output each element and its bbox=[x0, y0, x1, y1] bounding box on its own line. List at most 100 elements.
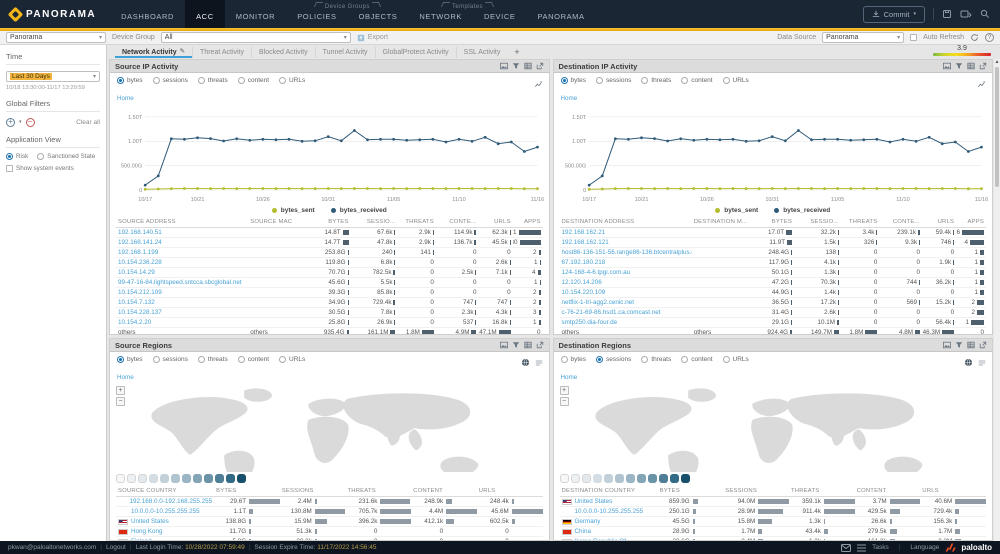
column-header[interactable]: CONTE... bbox=[436, 217, 479, 228]
column-header[interactable]: CONTE... bbox=[879, 217, 922, 228]
show-system-events-checkbox[interactable] bbox=[6, 165, 13, 172]
table-view-icon[interactable] bbox=[524, 341, 532, 349]
tab-blocked-activity[interactable]: Blocked Activity bbox=[252, 47, 316, 58]
column-header[interactable]: BYTES bbox=[214, 486, 280, 497]
column-header[interactable]: THREATS bbox=[789, 486, 855, 497]
breadcrumb-home-link[interactable]: Home bbox=[561, 95, 578, 102]
globe-icon[interactable] bbox=[964, 354, 973, 372]
column-header[interactable]: URLS bbox=[922, 217, 956, 228]
timeseries-chart[interactable]: 1.50T1.00T500.00G010/1710/2110/2610/3111… bbox=[557, 105, 990, 205]
country-link[interactable]: 192.168.0.0-192.168.255.255 bbox=[129, 498, 212, 505]
help-icon[interactable]: ? bbox=[985, 33, 994, 42]
tab-ssl-activity[interactable]: SSL Activity bbox=[457, 47, 508, 58]
column-header[interactable]: URLS bbox=[920, 486, 986, 497]
metric-radio-urls[interactable]: URLs bbox=[723, 77, 749, 84]
map-zoom-in-button[interactable]: + bbox=[116, 386, 125, 395]
address-cell[interactable]: host86-136-151-56.range86-136.btcentralp… bbox=[560, 248, 692, 258]
commit-button[interactable]: Commit ▾ bbox=[863, 6, 925, 23]
language-link[interactable]: Language bbox=[910, 544, 939, 551]
address-cell[interactable]: 192.168.162.21 bbox=[560, 228, 692, 238]
address-cell[interactable]: 67.192.180.218 bbox=[560, 258, 692, 268]
filter-icon[interactable] bbox=[512, 62, 520, 70]
metric-radio-threats[interactable]: threats bbox=[641, 77, 671, 84]
tab-tunnel-activity[interactable]: Tunnel Activity bbox=[316, 47, 376, 58]
breadcrumb-home-link[interactable]: Home bbox=[117, 95, 134, 102]
column-header[interactable]: APPS bbox=[956, 217, 986, 228]
tasks-link[interactable]: Tasks bbox=[872, 544, 889, 551]
metric-radio-sessions[interactable]: sessions bbox=[153, 356, 188, 363]
mail-icon[interactable] bbox=[841, 544, 851, 552]
column-header[interactable]: THREATS bbox=[345, 486, 411, 497]
add-filter-caret-icon[interactable]: ▾ bbox=[19, 119, 22, 125]
tasks-icon[interactable] bbox=[857, 544, 866, 552]
map-options-icon[interactable] bbox=[978, 354, 986, 372]
add-filter-icon[interactable]: + bbox=[6, 118, 15, 127]
tab-threat-activity[interactable]: Threat Activity bbox=[193, 47, 252, 58]
country-link[interactable]: China bbox=[575, 528, 591, 535]
breadcrumb-home-link[interactable]: Home bbox=[561, 374, 578, 381]
jump-to-logs-icon[interactable] bbox=[979, 62, 987, 70]
metric-radio-threats[interactable]: threats bbox=[641, 356, 671, 363]
world-map[interactable] bbox=[558, 384, 989, 472]
snapshot-icon[interactable] bbox=[943, 341, 951, 349]
config-revert-icon[interactable] bbox=[960, 9, 972, 19]
scrollbar-thumb[interactable] bbox=[995, 67, 999, 187]
remove-filter-icon[interactable]: − bbox=[26, 118, 35, 127]
legend-item-bytes-received[interactable]: bytes_received bbox=[331, 207, 387, 214]
metric-radio-threats[interactable]: threats bbox=[198, 356, 228, 363]
context-select[interactable]: Panorama▾ bbox=[6, 32, 106, 43]
address-cell[interactable]: 10.154.212.109 bbox=[116, 288, 248, 298]
breadcrumb-home-link[interactable]: Home bbox=[117, 374, 134, 381]
address-cell[interactable]: 192.168.1.199 bbox=[116, 248, 248, 258]
nav-item-dashboard[interactable]: DASHBOARD bbox=[110, 0, 185, 28]
metric-radio-threats[interactable]: threats bbox=[198, 77, 228, 84]
config-save-icon[interactable] bbox=[942, 9, 952, 19]
address-cell[interactable]: 10.154.7.132 bbox=[116, 298, 248, 308]
column-header[interactable]: SESSIO... bbox=[794, 217, 841, 228]
risk-radio[interactable] bbox=[6, 153, 13, 160]
maximize-chart-icon[interactable] bbox=[534, 75, 543, 93]
address-cell[interactable]: 192.168.140.51 bbox=[116, 228, 248, 238]
metric-radio-content[interactable]: content bbox=[681, 356, 712, 363]
metric-radio-sessions[interactable]: sessions bbox=[153, 77, 188, 84]
country-link[interactable]: Germany bbox=[575, 518, 601, 525]
metric-radio-content[interactable]: content bbox=[681, 77, 712, 84]
export-button[interactable]: Export bbox=[357, 34, 388, 42]
column-header[interactable]: APPS bbox=[513, 217, 543, 228]
snapshot-icon[interactable] bbox=[500, 62, 508, 70]
scroll-up-icon[interactable]: ▲ bbox=[994, 59, 1000, 66]
jump-to-logs-icon[interactable] bbox=[536, 62, 544, 70]
metric-radio-content[interactable]: content bbox=[238, 356, 269, 363]
country-link[interactable]: United States bbox=[131, 518, 169, 525]
address-cell[interactable]: 99-47-16-84.lightspeed.sntcca.sbcglobal.… bbox=[116, 278, 248, 288]
column-header[interactable]: SESSIONS bbox=[723, 486, 789, 497]
column-header[interactable]: CONTENT bbox=[411, 486, 477, 497]
column-header[interactable]: URLS bbox=[478, 217, 512, 228]
metric-radio-bytes[interactable]: bytes bbox=[117, 77, 143, 84]
auto-refresh-checkbox[interactable] bbox=[910, 34, 917, 41]
country-link[interactable]: 10.0.0.0-10.255.255.255 bbox=[575, 508, 644, 515]
search-icon[interactable] bbox=[980, 9, 990, 19]
device-group-select[interactable]: All▾ bbox=[161, 32, 351, 43]
tab-globalprotect-activity[interactable]: GlobalProtect Activity bbox=[376, 47, 457, 58]
legend-item-bytes-received[interactable]: bytes_received bbox=[774, 207, 830, 214]
address-cell[interactable]: 192.168.162.121 bbox=[560, 238, 692, 248]
nav-item-panorama[interactable]: PANORAMA bbox=[526, 0, 595, 28]
vertical-scrollbar[interactable]: ▲ bbox=[994, 59, 1000, 541]
jump-to-logs-icon[interactable] bbox=[979, 341, 987, 349]
clear-all-link[interactable]: Clear all bbox=[76, 119, 100, 126]
world-map[interactable] bbox=[114, 384, 545, 472]
logout-link[interactable]: Logout bbox=[106, 544, 126, 551]
column-header[interactable]: URLS bbox=[477, 486, 543, 497]
legend-item-bytes-sent[interactable]: bytes_sent bbox=[272, 207, 315, 214]
map-zoom-out-button[interactable]: − bbox=[560, 397, 569, 406]
metric-radio-urls[interactable]: URLs bbox=[723, 356, 749, 363]
column-header[interactable]: SOURCE MAC bbox=[248, 217, 303, 228]
address-cell[interactable]: 10.154.228.137 bbox=[116, 308, 248, 318]
address-cell[interactable]: netflix-1-tri-agg2.cenic.net bbox=[560, 298, 692, 308]
sanctioned-state-radio[interactable] bbox=[37, 153, 44, 160]
country-link[interactable]: Hong Kong bbox=[131, 528, 163, 535]
time-range-select[interactable]: Last 30 Days ▾ bbox=[6, 71, 100, 82]
refresh-icon[interactable] bbox=[970, 33, 979, 42]
column-header[interactable]: DESTINATION ADDRESS bbox=[560, 217, 692, 228]
